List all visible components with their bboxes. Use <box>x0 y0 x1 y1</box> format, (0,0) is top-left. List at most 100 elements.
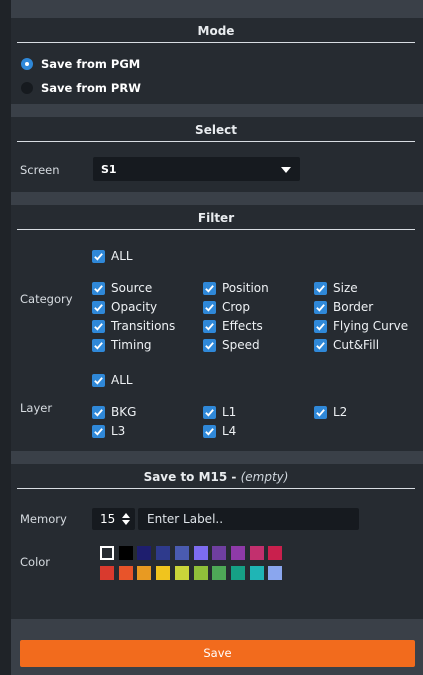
layer-checkbox-l2[interactable]: L2 <box>314 404 347 420</box>
radio-save-from-prw[interactable]: Save from PRW <box>21 80 141 96</box>
category-checkbox-border[interactable]: Border <box>314 299 373 315</box>
color-swatch[interactable] <box>137 566 152 580</box>
category-all-checkbox[interactable]: ALL <box>92 248 133 264</box>
radio-label: Save from PRW <box>41 81 141 95</box>
radio-unselected-icon[interactable] <box>21 82 33 94</box>
memory-number-input[interactable]: 15 <box>92 508 135 530</box>
category-checkbox-cut-fill[interactable]: Cut&Fill <box>314 337 379 353</box>
color-swatch[interactable] <box>100 566 114 580</box>
checkbox-checked-icon[interactable] <box>92 338 105 352</box>
layer-label: Layer <box>20 401 53 415</box>
checkbox-label: ALL <box>111 249 133 263</box>
color-swatch[interactable] <box>249 566 264 580</box>
checkbox-checked-icon[interactable] <box>203 424 216 438</box>
checkbox-checked-icon[interactable] <box>92 300 105 314</box>
color-swatch[interactable] <box>193 546 208 560</box>
color-swatch[interactable] <box>212 546 227 560</box>
color-swatch[interactable] <box>156 546 171 560</box>
checkbox-checked-icon[interactable] <box>92 424 105 438</box>
layer-checkbox-l4[interactable]: L4 <box>203 423 236 439</box>
category-label: Category <box>20 292 73 306</box>
checkbox-checked-icon[interactable] <box>314 319 327 333</box>
color-swatch[interactable] <box>230 566 245 580</box>
spinner-arrows-icon[interactable] <box>122 513 130 525</box>
checkbox-checked-icon[interactable] <box>203 338 216 352</box>
radio-save-from-pgm[interactable]: Save from PGM <box>21 56 140 72</box>
filter-title: Filter <box>17 209 415 230</box>
save-memory-panel: Mode Save from PGM Save from PRW Select … <box>11 0 423 675</box>
color-swatch[interactable] <box>118 566 133 580</box>
layer-all-checkbox[interactable]: ALL <box>92 372 133 388</box>
category-checkbox-transitions[interactable]: Transitions <box>92 318 175 334</box>
memory-value: 15 <box>100 512 116 526</box>
checkbox-label: Crop <box>222 300 251 314</box>
checkbox-checked-icon[interactable] <box>92 249 105 263</box>
mode-title: Mode <box>17 22 415 43</box>
save-to-title: Save to M15 - (empty) <box>17 468 415 489</box>
screen-label: Screen <box>20 163 60 177</box>
checkbox-label: Speed <box>222 338 260 352</box>
checkbox-label: L3 <box>111 424 126 438</box>
checkbox-label: Timing <box>111 338 152 352</box>
save-to-status: (empty) <box>240 470 289 484</box>
color-swatch[interactable] <box>118 546 133 560</box>
layer-checkbox-l1[interactable]: L1 <box>203 404 236 420</box>
color-swatch[interactable] <box>193 566 208 580</box>
color-swatch[interactable] <box>174 566 189 580</box>
category-checkbox-timing[interactable]: Timing <box>92 337 152 353</box>
color-swatch[interactable] <box>268 546 283 560</box>
save-button[interactable]: Save <box>20 640 415 667</box>
category-checkbox-flying-curve[interactable]: Flying Curve <box>314 318 408 334</box>
category-checkbox-speed[interactable]: Speed <box>203 337 260 353</box>
layer-checkbox-bkg[interactable]: BKG <box>92 404 136 420</box>
mode-section: Mode Save from PGM Save from PRW <box>11 18 423 104</box>
checkbox-label: Cut&Fill <box>333 338 380 352</box>
checkbox-label: BKG <box>111 405 137 419</box>
checkbox-checked-icon[interactable] <box>92 319 105 333</box>
category-checkbox-effects[interactable]: Effects <box>203 318 263 334</box>
checkbox-checked-icon[interactable] <box>314 338 327 352</box>
category-checkbox-crop[interactable]: Crop <box>203 299 250 315</box>
memory-label-input[interactable]: Enter Label.. <box>138 508 359 530</box>
checkbox-checked-icon[interactable] <box>203 281 216 295</box>
checkbox-label: Size <box>333 281 358 295</box>
checkbox-label: Position <box>222 281 269 295</box>
color-swatch[interactable] <box>212 566 227 580</box>
screen-select[interactable]: S1 <box>93 157 300 181</box>
color-swatch[interactable] <box>249 546 264 560</box>
checkbox-checked-icon[interactable] <box>92 373 105 387</box>
checkbox-label: Effects <box>222 319 263 333</box>
checkbox-label: Border <box>333 300 374 314</box>
checkbox-checked-icon[interactable] <box>203 405 216 419</box>
checkbox-checked-icon[interactable] <box>92 405 105 419</box>
checkbox-label: Source <box>111 281 153 295</box>
color-swatch[interactable] <box>230 546 245 560</box>
checkbox-checked-icon[interactable] <box>314 281 327 295</box>
color-swatch[interactable] <box>268 566 283 580</box>
checkbox-label: L2 <box>333 405 348 419</box>
color-swatch[interactable] <box>156 566 171 580</box>
checkbox-label: Opacity <box>111 300 158 314</box>
color-swatch[interactable] <box>137 546 152 560</box>
color-swatch[interactable] <box>174 546 189 560</box>
color-swatch[interactable] <box>100 546 114 560</box>
category-checkbox-size[interactable]: Size <box>314 280 358 296</box>
category-checkbox-position[interactable]: Position <box>203 280 269 296</box>
checkbox-label: Flying Curve <box>333 319 409 333</box>
checkbox-checked-icon[interactable] <box>314 300 327 314</box>
checkbox-label: L4 <box>222 424 237 438</box>
checkbox-checked-icon[interactable] <box>203 300 216 314</box>
checkbox-checked-icon[interactable] <box>203 319 216 333</box>
memory-label: Memory <box>20 512 67 526</box>
checkbox-label: ALL <box>111 373 133 387</box>
checkbox-checked-icon[interactable] <box>314 405 327 419</box>
checkbox-label: Transitions <box>111 319 176 333</box>
category-checkbox-opacity[interactable]: Opacity <box>92 299 157 315</box>
color-label: Color <box>20 555 51 569</box>
category-checkbox-source[interactable]: Source <box>92 280 152 296</box>
layer-checkbox-l3[interactable]: L3 <box>92 423 125 439</box>
select-title: Select <box>17 121 415 142</box>
checkbox-checked-icon[interactable] <box>92 281 105 295</box>
radio-selected-icon[interactable] <box>21 58 33 70</box>
screen-select-value: S1 <box>101 163 117 176</box>
